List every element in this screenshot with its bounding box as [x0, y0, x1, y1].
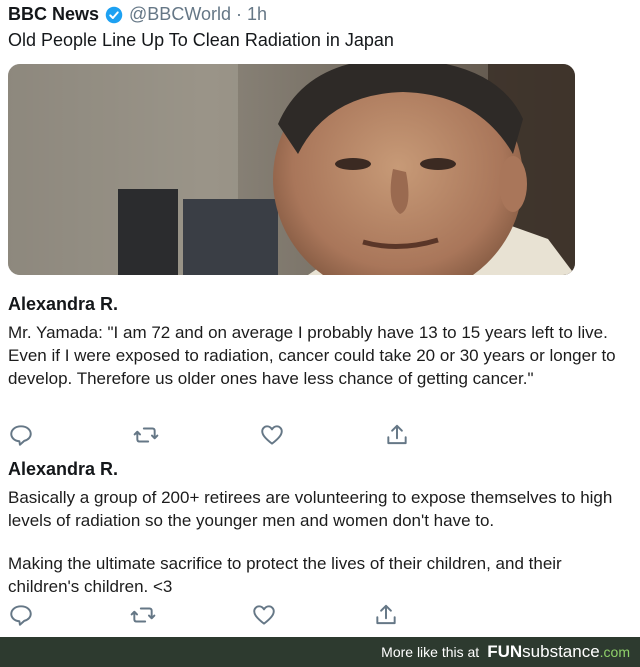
watermark-bar: More like this at FUN substance .com	[0, 637, 640, 667]
funsubstance-logo[interactable]: FUN substance .com	[487, 642, 630, 662]
reply-1-actions	[0, 422, 640, 452]
tweet-header: BBC News @BBCWorld · 1h	[8, 4, 267, 25]
elderly-man-photo	[8, 64, 575, 275]
author-name[interactable]: BBC News	[8, 4, 99, 25]
reply-2-actions	[0, 602, 640, 632]
retweet-icon[interactable]	[130, 602, 156, 628]
reply-1: Alexandra R. Mr. Yamada: "I am 72 and on…	[8, 293, 628, 390]
reply-paragraph: Basically a group of 200+ retirees are v…	[8, 488, 613, 530]
reply-body: Basically a group of 200+ retirees are v…	[8, 486, 628, 598]
share-icon[interactable]	[384, 422, 410, 448]
share-icon[interactable]	[373, 602, 399, 628]
reply-author-name[interactable]: Alexandra R.	[8, 458, 628, 480]
handle-and-time[interactable]: @BBCWorld · 1h	[129, 4, 267, 25]
reply-2: Alexandra R. Basically a group of 200+ r…	[8, 458, 628, 598]
comment-icon[interactable]	[8, 602, 34, 628]
watermark-text: More like this at	[381, 644, 480, 660]
retweet-icon[interactable]	[133, 422, 159, 448]
reply-paragraph: Mr. Yamada: "I am 72 and on average I pr…	[8, 323, 616, 388]
tweet-text: Old People Line Up To Clean Radiation in…	[8, 30, 394, 50]
reply-paragraph: Making the ultimate sacrifice to protect…	[8, 554, 562, 596]
tweet-photo[interactable]	[8, 64, 575, 275]
like-icon[interactable]	[259, 422, 285, 448]
reply-author-name[interactable]: Alexandra R.	[8, 293, 628, 315]
comment-icon[interactable]	[8, 422, 34, 448]
verified-badge-icon	[105, 6, 123, 24]
like-icon[interactable]	[251, 602, 277, 628]
reply-body: Mr. Yamada: "I am 72 and on average I pr…	[8, 321, 628, 390]
